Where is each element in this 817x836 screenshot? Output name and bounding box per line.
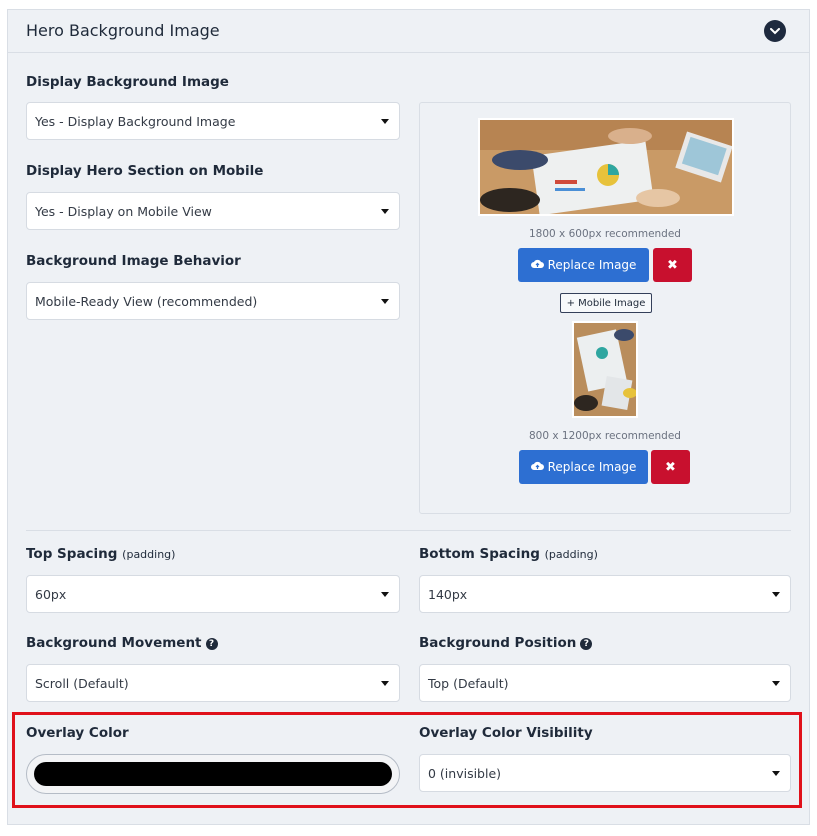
- mobile-image-preview: [572, 321, 638, 418]
- panel-title: Hero Background Image: [26, 21, 220, 40]
- caret-down-icon: [772, 592, 780, 597]
- caret-down-icon: [381, 592, 389, 597]
- bg-position-select[interactable]: Top (Default): [419, 664, 791, 702]
- add-mobile-image-button[interactable]: + Mobile Image: [560, 293, 652, 313]
- close-icon: ✖: [667, 257, 678, 273]
- replace-image-label: Replace Image: [547, 258, 637, 272]
- top-spacing-select[interactable]: 60px: [26, 575, 400, 613]
- overlay-color-picker[interactable]: [26, 754, 400, 794]
- display-bg-select[interactable]: Yes - Display Background Image: [26, 102, 400, 140]
- cloud-upload-icon: [530, 460, 544, 474]
- bg-behavior-value: Mobile-Ready View (recommended): [35, 294, 258, 309]
- delete-desktop-image-button[interactable]: ✖: [653, 248, 692, 282]
- top-spacing-sublabel: (padding): [122, 548, 176, 561]
- desktop-image-caption: 1800 x 600px recommended: [529, 228, 681, 240]
- overlay-visibility-label: Overlay Color Visibility: [419, 725, 593, 741]
- image-preview-box: 1800 x 600px recommended Replace Image ✖…: [419, 102, 791, 514]
- bg-behavior-select[interactable]: Mobile-Ready View (recommended): [26, 282, 400, 320]
- chevron-down-icon[interactable]: [764, 20, 786, 42]
- delete-mobile-image-button[interactable]: ✖: [651, 450, 690, 484]
- display-mobile-select[interactable]: Yes - Display on Mobile View: [26, 192, 400, 230]
- display-bg-label: Display Background Image: [26, 74, 229, 90]
- hero-background-panel: Hero Background Image Display Background…: [7, 9, 810, 825]
- question-circle-icon[interactable]: ?: [205, 638, 218, 650]
- bg-position-label: Background Position?: [419, 635, 593, 651]
- display-mobile-label: Display Hero Section on Mobile: [26, 163, 264, 179]
- top-spacing-label: Top Spacing (padding): [26, 546, 175, 562]
- section-divider: [26, 530, 791, 531]
- overlay-visibility-select[interactable]: 0 (invisible): [419, 754, 791, 792]
- bottom-spacing-sublabel: (padding): [544, 548, 598, 561]
- overlay-color-label: Overlay Color: [26, 725, 129, 741]
- caret-down-icon: [381, 209, 389, 214]
- bg-movement-label-text: Background Movement: [26, 635, 202, 651]
- bg-movement-value: Scroll (Default): [35, 676, 129, 691]
- replace-mobile-image-button[interactable]: Replace Image: [519, 450, 648, 484]
- caret-down-icon: [772, 771, 780, 776]
- top-spacing-value: 60px: [35, 587, 67, 602]
- overlay-visibility-value: 0 (invisible): [428, 766, 502, 781]
- display-bg-value: Yes - Display Background Image: [35, 114, 236, 129]
- bg-position-label-text: Background Position: [419, 635, 577, 651]
- cloud-upload-icon: [530, 258, 544, 272]
- bg-movement-select[interactable]: Scroll (Default): [26, 664, 400, 702]
- top-spacing-label-text: Top Spacing: [26, 546, 118, 562]
- bottom-spacing-label: Bottom Spacing (padding): [419, 546, 598, 562]
- question-circle-icon[interactable]: ?: [580, 638, 593, 650]
- replace-desktop-image-button[interactable]: Replace Image: [518, 248, 649, 282]
- bottom-spacing-value: 140px: [428, 587, 468, 602]
- caret-down-icon: [772, 681, 780, 686]
- close-icon: ✖: [665, 459, 676, 475]
- bg-behavior-label: Background Image Behavior: [26, 253, 241, 269]
- bottom-spacing-select[interactable]: 140px: [419, 575, 791, 613]
- caret-down-icon: [381, 299, 389, 304]
- caret-down-icon: [381, 119, 389, 124]
- caret-down-icon: [381, 681, 389, 686]
- bottom-spacing-label-text: Bottom Spacing: [419, 546, 540, 562]
- replace-image-label: Replace Image: [547, 460, 637, 474]
- panel-header[interactable]: Hero Background Image: [8, 10, 809, 53]
- bg-position-value: Top (Default): [428, 676, 509, 691]
- display-mobile-value: Yes - Display on Mobile View: [35, 204, 212, 219]
- desktop-image-preview: [478, 118, 734, 216]
- mobile-image-caption: 800 x 1200px recommended: [529, 430, 681, 442]
- bg-movement-label: Background Movement?: [26, 635, 218, 651]
- overlay-color-swatch: [34, 762, 392, 786]
